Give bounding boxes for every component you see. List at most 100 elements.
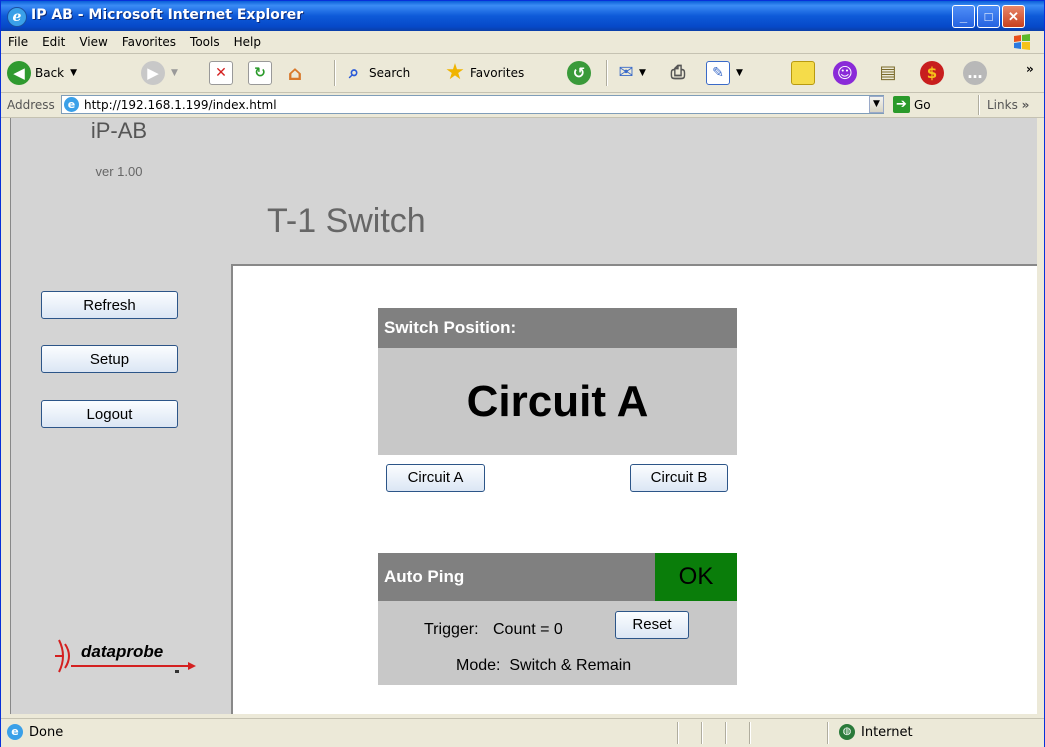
address-separator — [978, 95, 980, 115]
address-url: http://192.168.1.199/index.html — [84, 98, 277, 112]
history-icon: ↺ — [567, 61, 591, 85]
address-label: Address — [7, 98, 55, 112]
favorites-label: Favorites — [470, 66, 525, 80]
circuit-b-button[interactable]: Circuit B — [630, 464, 728, 492]
setup-button[interactable]: Setup — [41, 345, 178, 373]
go-button[interactable]: ➔ Go — [893, 96, 931, 113]
address-input[interactable]: e http://192.168.1.199/index.html — [61, 95, 884, 114]
browser-window: e IP AB - Microsoft Internet Explorer _ … — [0, 0, 1045, 747]
toolbar-separator — [606, 60, 608, 86]
messenger-button[interactable]: ☺ — [833, 60, 857, 86]
title-bar[interactable]: e IP AB - Microsoft Internet Explorer _ … — [1, 1, 1044, 31]
address-dropdown-icon[interactable]: ▼ — [869, 96, 884, 113]
menu-help[interactable]: Help — [227, 31, 268, 49]
circuit-a-button[interactable]: Circuit A — [386, 464, 485, 492]
toolbar-more-icon[interactable]: » — [1026, 56, 1034, 82]
mode-text: Mode: Switch & Remain — [456, 657, 632, 674]
standard-toolbar: ◀ Back ▼ ▶ ▼ ✕ ↻ ⌂ ⌕ Search ★ Favorites … — [1, 54, 1044, 93]
refresh-button[interactable]: Refresh — [41, 291, 178, 319]
research-icon: ▤ — [879, 62, 897, 83]
search-icon: ⌕ — [348, 62, 360, 83]
discuss-button[interactable] — [791, 60, 815, 86]
auto-ping-body: Trigger: Count = 0 Reset Mode: Switch & … — [378, 601, 737, 685]
menu-view[interactable]: View — [72, 31, 114, 49]
auto-ping-header: Auto Ping OK — [378, 553, 737, 601]
back-button[interactable]: ◀ Back ▼ — [7, 60, 77, 86]
status-text: Done — [29, 725, 64, 740]
dataprobe-logo: dataprobe — [53, 636, 203, 676]
star-icon: ★ — [445, 60, 465, 85]
history-button[interactable]: ↺ — [567, 60, 591, 86]
links-more-icon: » — [1021, 98, 1030, 112]
edit-page-icon: ✎ — [706, 61, 730, 85]
security-zone: Internet — [861, 725, 913, 740]
page-title: T-1 Switch — [267, 202, 426, 240]
money-button[interactable]: $ — [920, 60, 944, 86]
forward-arrow-icon: ▶ — [141, 61, 165, 85]
go-arrow-icon: ➔ — [893, 96, 910, 113]
menu-favorites[interactable]: Favorites — [115, 31, 183, 49]
research-button[interactable]: ▤ — [877, 60, 899, 86]
refresh-browser-button[interactable]: ↻ — [248, 60, 272, 86]
chat-icon: … — [963, 61, 987, 85]
favorites-button[interactable]: ★ Favorites — [444, 60, 524, 86]
switch-position-heading: Switch Position: — [378, 308, 737, 348]
back-label: Back — [35, 66, 65, 80]
current-circuit: Circuit A — [378, 348, 737, 455]
trigger-label: Trigger: — [424, 621, 479, 638]
logout-button[interactable]: Logout — [41, 400, 178, 428]
print-button[interactable]: ⎙ — [667, 60, 689, 86]
auto-ping-heading: Auto Ping — [384, 567, 465, 586]
mail-dropdown-icon[interactable]: ▼ — [639, 68, 646, 78]
back-dropdown-icon[interactable]: ▼ — [70, 68, 77, 78]
search-label: Search — [369, 66, 411, 80]
page-content: iP-AB ver 1.00 Refresh Setup Logout data… — [10, 118, 1037, 714]
home-button[interactable]: ⌂ — [284, 60, 306, 86]
forward-dropdown-icon[interactable]: ▼ — [171, 68, 178, 78]
menu-tools[interactable]: Tools — [183, 31, 227, 49]
main-panel: Switch Position: Circuit A Circuit A Cir… — [231, 264, 1037, 714]
ie-logo-icon: e — [7, 7, 27, 27]
messenger-icon: ☺ — [833, 61, 857, 85]
back-arrow-icon: ◀ — [7, 61, 31, 85]
refresh-icon: ↻ — [248, 61, 272, 85]
stop-button[interactable]: ✕ — [209, 60, 233, 86]
menu-edit[interactable]: Edit — [35, 31, 72, 49]
minimize-button[interactable]: _ — [952, 5, 975, 28]
mail-button[interactable]: ✉ ▼ — [615, 60, 646, 86]
page-icon: e — [64, 97, 79, 112]
home-icon: ⌂ — [287, 61, 303, 85]
links-button[interactable]: Links » — [987, 98, 1029, 112]
reset-button[interactable]: Reset — [615, 611, 689, 639]
edit-button[interactable]: ✎ ▼ — [706, 60, 743, 86]
internet-zone-icon: ◍ — [839, 724, 855, 740]
dataprobe-logo-text: dataprobe — [81, 642, 164, 661]
menu-bar: File Edit View Favorites Tools Help — [1, 31, 1044, 54]
brand-name: iP-AB — [90, 118, 148, 143]
close-button[interactable]: ✕ — [1002, 5, 1025, 28]
version-text: ver 1.00 — [95, 164, 143, 179]
status-separator — [749, 722, 751, 744]
windows-logo-icon — [1014, 34, 1030, 50]
switch-position-panel: Switch Position: Circuit A — [378, 308, 737, 455]
printer-icon: ⎙ — [670, 62, 686, 83]
money-icon: $ — [920, 61, 944, 85]
status-separator — [701, 722, 703, 744]
menu-file[interactable]: File — [1, 31, 35, 49]
trigger-count: Count = 0 — [493, 621, 563, 638]
status-separator — [725, 722, 727, 744]
mail-icon: ✉ — [618, 62, 634, 83]
forward-button[interactable]: ▶ ▼ — [141, 60, 178, 86]
edit-dropdown-icon[interactable]: ▼ — [736, 68, 743, 78]
status-separator — [677, 722, 679, 744]
maximize-button[interactable]: □ — [977, 5, 1000, 28]
page-status-icon: e — [7, 724, 23, 740]
balloon-button[interactable]: … — [963, 60, 987, 86]
auto-ping-panel: Auto Ping OK Trigger: Count = 0 Reset Mo… — [378, 553, 737, 685]
toolbar-separator — [334, 60, 336, 86]
ping-status-badge: OK — [655, 553, 737, 601]
go-label: Go — [914, 97, 931, 112]
note-icon — [791, 61, 815, 85]
stop-icon: ✕ — [209, 61, 233, 85]
search-button[interactable]: ⌕ Search — [343, 60, 410, 86]
